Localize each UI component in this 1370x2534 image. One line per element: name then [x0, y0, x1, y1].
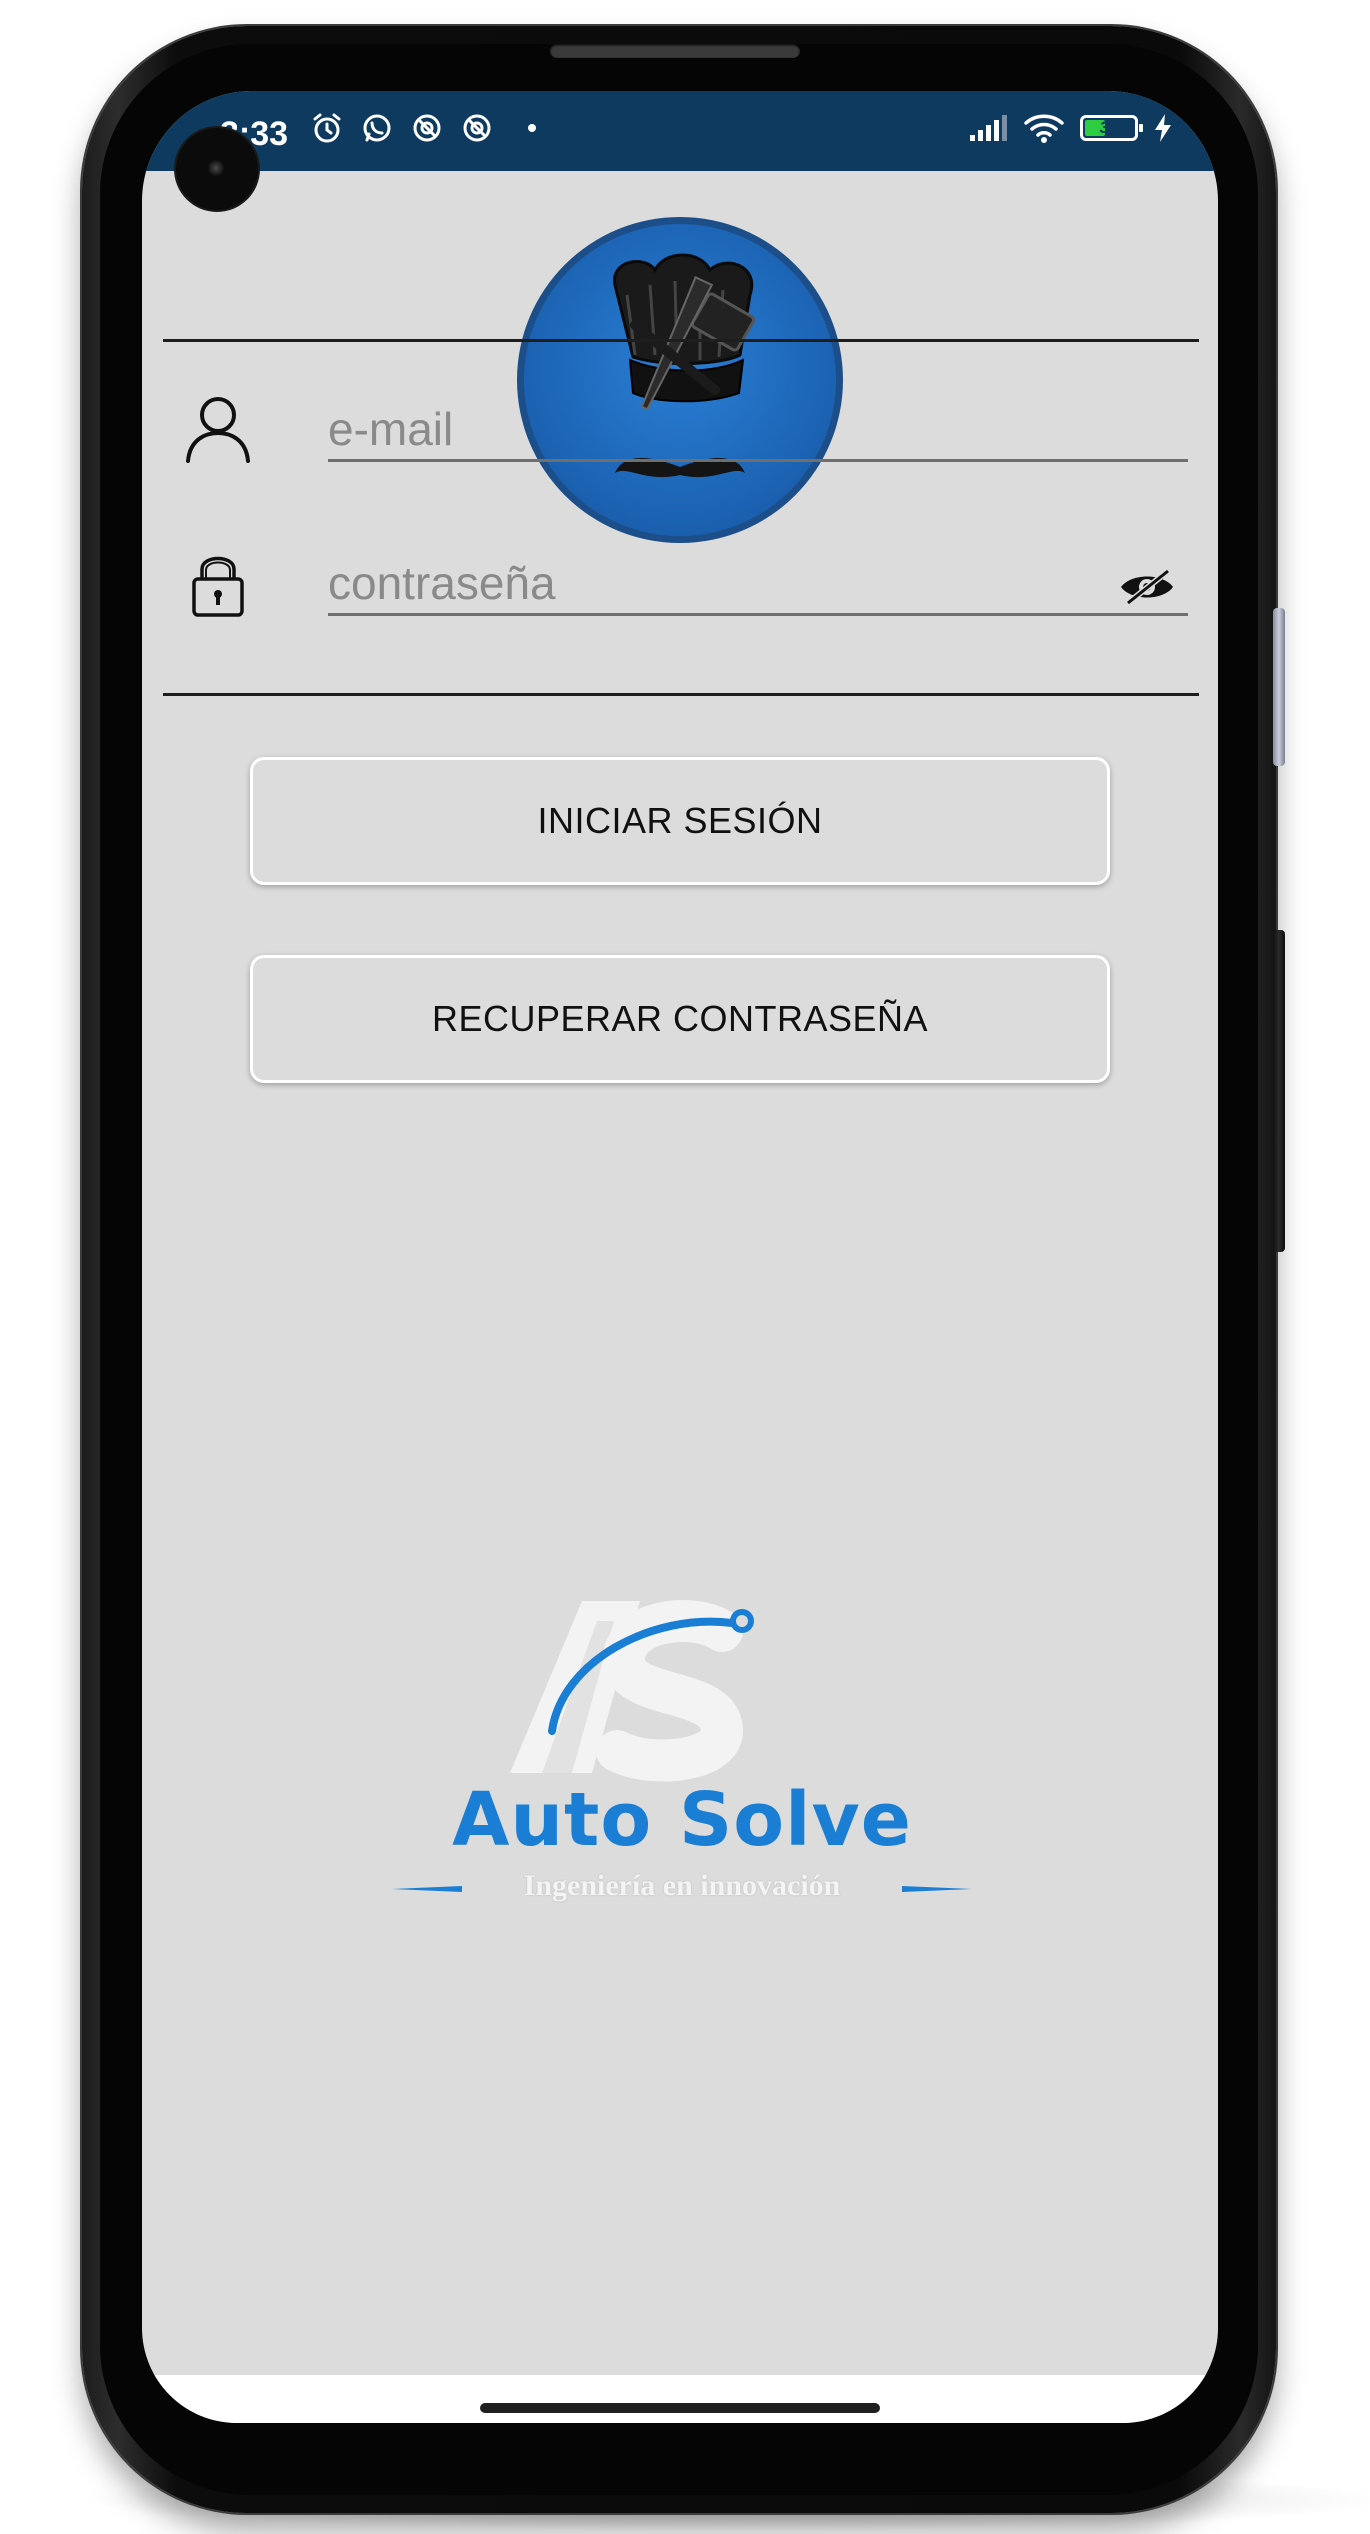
home-indicator[interactable] [480, 2403, 880, 2413]
front-camera [176, 128, 258, 210]
charging-icon [1155, 114, 1171, 142]
no-disturb-icon [413, 114, 441, 142]
phone-screen: 3:33 39 e-mail INICIAR SESIÓN RECUPERAR … [142, 91, 1218, 2423]
recover-password-button[interactable]: RECUPERAR CONTRASEÑA [250, 955, 1110, 1083]
email-field[interactable] [328, 399, 1188, 459]
toggle-password-visibility-icon[interactable] [1118, 567, 1176, 607]
battery-icon: 39 [1080, 115, 1143, 141]
brand-monogram [510, 1600, 754, 1782]
more-notifications-dot [528, 124, 536, 132]
no-disturb-icon [463, 114, 491, 142]
email-field-wrap [328, 399, 1188, 462]
lock-icon [192, 556, 244, 617]
volume-button [1273, 930, 1285, 1252]
status-notification-icons [310, 111, 536, 145]
brand-logo: Auto Solve Ingeniería en innovación [392, 1591, 972, 1911]
screen-bottom-strip [142, 2375, 1218, 2423]
user-icon [186, 397, 250, 463]
battery-level: 39 [1099, 118, 1119, 137]
password-field[interactable] [328, 553, 1188, 613]
status-bar: 3:33 39 [142, 91, 1218, 171]
password-field-wrap [328, 553, 1188, 616]
bottom-divider [163, 693, 1199, 696]
device-frame: 3:33 39 e-mail INICIAR SESIÓN RECUPERAR … [0, 0, 1370, 2534]
power-button [1273, 608, 1285, 766]
brand-tagline: Ingeniería en innovación [523, 1869, 841, 1902]
alarm-icon [313, 113, 341, 143]
brand-name: Auto Solve [452, 1777, 912, 1863]
signal-icon [970, 115, 1007, 141]
top-divider [163, 339, 1199, 342]
app-logo [517, 217, 843, 543]
whatsapp-icon [363, 114, 391, 142]
password-underline [328, 613, 1188, 616]
earpiece-speaker [550, 44, 800, 58]
status-system-icons: 39 [968, 111, 1174, 145]
wifi-icon [1024, 114, 1064, 143]
login-button[interactable]: INICIAR SESIÓN [250, 757, 1110, 885]
email-underline [328, 459, 1188, 462]
brand-tagline-row: Ingeniería en innovación [392, 1869, 972, 1909]
